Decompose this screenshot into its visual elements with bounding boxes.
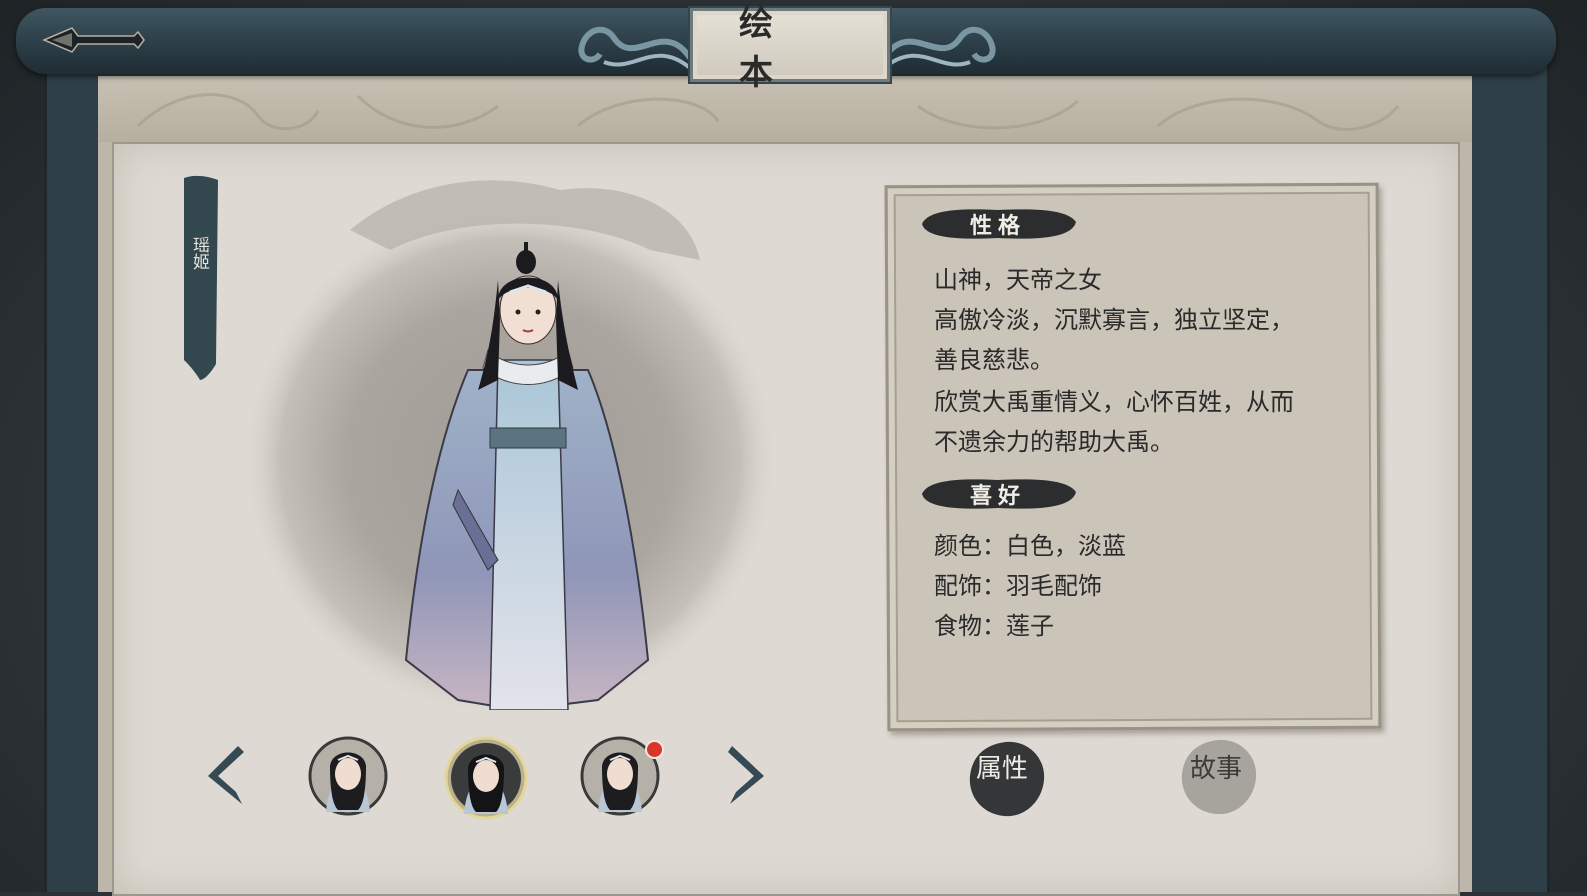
avatar [444, 736, 528, 820]
character-portrait-2-selected[interactable] [444, 736, 528, 820]
title-plaque: 绘 本 [690, 4, 890, 93]
wave-ornament-left [574, 18, 693, 74]
personality-line-2: 高傲冷淡，沉默寡言，独立坚定， [934, 306, 1294, 334]
character-name: 瑶姬 [189, 236, 209, 270]
preferences-tag: 喜好 [918, 476, 1078, 512]
prev-character-button[interactable] [198, 742, 252, 808]
tab-story-label: 故事 [1190, 754, 1243, 784]
personality-line-1: 山神，天帝之女 [934, 266, 1102, 294]
tab-story[interactable]: 故事 [1178, 736, 1260, 818]
personality-line-3: 善良慈悲。 [934, 346, 1054, 374]
personality-line-4: 欣赏大禹重情义，心怀百姓，从而 [934, 388, 1294, 416]
name-banner [180, 174, 220, 380]
wave-ornament-right [881, 18, 1000, 74]
personality-tag: 性格 [918, 206, 1078, 242]
preference-line-3: 食物：莲子 [934, 612, 1054, 640]
new-badge-dot [645, 740, 664, 759]
avatar [308, 736, 388, 816]
preferences-label: 喜好 [969, 483, 1026, 509]
page-title: 绘 本 [739, 4, 819, 93]
arrow-left-icon [42, 27, 145, 53]
character-portrait-1[interactable] [308, 736, 388, 816]
personality-line-5: 不遗余力的帮助大禹。 [934, 428, 1174, 456]
preference-line-1: 颜色：白色，淡蓝 [934, 532, 1126, 560]
back-button[interactable] [42, 22, 146, 58]
chevron-left-icon [208, 746, 244, 804]
chevron-right-icon [728, 746, 764, 804]
tab-attributes[interactable]: 属性 [966, 738, 1048, 820]
personality-label: 性格 [969, 213, 1026, 239]
tab-attributes-label: 属性 [976, 754, 1029, 784]
preference-line-2: 配饰：羽毛配饰 [934, 572, 1102, 600]
next-character-button[interactable] [720, 742, 774, 808]
character-illustration [398, 240, 658, 712]
